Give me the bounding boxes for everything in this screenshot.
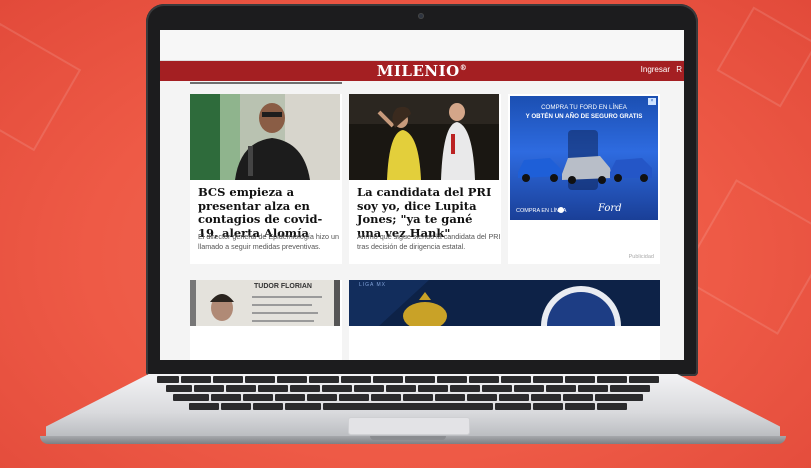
key[interactable] bbox=[307, 394, 337, 401]
key[interactable] bbox=[371, 394, 401, 401]
key[interactable] bbox=[275, 394, 305, 401]
league-tag: LIGA MX bbox=[359, 282, 387, 288]
article-card[interactable]: LIGA MX bbox=[349, 280, 660, 360]
key[interactable] bbox=[354, 385, 384, 392]
key[interactable] bbox=[435, 394, 465, 401]
laptop-screen: MILENIO® Ingresar R BCS empieza a presen… bbox=[160, 30, 684, 360]
key[interactable] bbox=[194, 385, 224, 392]
browser-toolbar bbox=[160, 30, 684, 61]
card-name: TUDOR FLORIAN bbox=[254, 283, 312, 290]
background-hexagon bbox=[0, 22, 82, 152]
register-link[interactable]: R bbox=[676, 65, 682, 74]
ad-cta-button[interactable]: COMPRA EN LÍNEA bbox=[516, 208, 566, 214]
key[interactable] bbox=[322, 385, 352, 392]
key[interactable] bbox=[221, 403, 251, 410]
key[interactable] bbox=[482, 385, 512, 392]
article-card[interactable]: BCS empieza a presentar alza en contagio… bbox=[190, 94, 342, 264]
article-photo[interactable] bbox=[190, 94, 340, 180]
key[interactable] bbox=[563, 394, 593, 401]
key[interactable] bbox=[565, 376, 595, 383]
key[interactable] bbox=[495, 403, 531, 410]
key[interactable] bbox=[546, 385, 576, 392]
key[interactable] bbox=[243, 394, 273, 401]
login-link[interactable]: Ingresar bbox=[641, 65, 670, 74]
key[interactable] bbox=[253, 403, 283, 410]
key[interactable] bbox=[597, 376, 627, 383]
key[interactable] bbox=[578, 385, 608, 392]
key[interactable] bbox=[437, 376, 467, 383]
key[interactable] bbox=[531, 394, 561, 401]
key[interactable] bbox=[211, 394, 241, 401]
key[interactable] bbox=[469, 376, 499, 383]
key[interactable] bbox=[277, 376, 307, 383]
laptop-lid: MILENIO® Ingresar R BCS empieza a presen… bbox=[146, 4, 698, 376]
background-hexagon bbox=[679, 179, 811, 335]
key[interactable] bbox=[501, 376, 531, 383]
key[interactable] bbox=[533, 403, 563, 410]
trackpad[interactable] bbox=[348, 417, 470, 435]
key[interactable] bbox=[245, 376, 275, 383]
key[interactable] bbox=[499, 394, 529, 401]
ad-label: Publicidad bbox=[628, 254, 654, 260]
article-summary: El director general de Epidemiología hiz… bbox=[198, 232, 340, 251]
key[interactable] bbox=[403, 394, 433, 401]
ford-logo: Ford bbox=[598, 203, 622, 214]
key[interactable] bbox=[258, 385, 288, 392]
key[interactable] bbox=[597, 403, 627, 410]
key[interactable] bbox=[418, 385, 448, 392]
ad-banner[interactable]: × COMPRA TU FORD EN LÍNEA Y OBTÉN UN AÑO… bbox=[508, 94, 660, 264]
key[interactable] bbox=[629, 376, 659, 383]
key[interactable] bbox=[514, 385, 544, 392]
site-header: MILENIO® Ingresar R bbox=[160, 61, 684, 81]
webcam-icon bbox=[418, 13, 424, 19]
article-photo[interactable] bbox=[349, 280, 660, 326]
keyboard[interactable] bbox=[118, 376, 698, 414]
key[interactable] bbox=[173, 394, 209, 401]
key[interactable] bbox=[373, 376, 403, 383]
key[interactable] bbox=[450, 385, 480, 392]
key[interactable] bbox=[189, 403, 219, 410]
lid-notch bbox=[370, 436, 446, 440]
key[interactable] bbox=[341, 376, 371, 383]
key[interactable] bbox=[339, 394, 369, 401]
key[interactable] bbox=[226, 385, 256, 392]
spacebar[interactable] bbox=[323, 403, 493, 410]
article-photo[interactable] bbox=[349, 94, 499, 180]
section-divider bbox=[190, 82, 342, 84]
key[interactable] bbox=[285, 403, 321, 410]
key[interactable] bbox=[610, 385, 650, 392]
key[interactable] bbox=[386, 385, 416, 392]
key[interactable] bbox=[309, 376, 339, 383]
key[interactable] bbox=[533, 376, 563, 383]
article-card[interactable]: La candidata del PRI soy yo, dice Lupita… bbox=[349, 94, 501, 264]
article-summary: Afirmó que sigue siendo la candidata del… bbox=[357, 232, 501, 251]
ford-ad-creative[interactable]: × COMPRA TU FORD EN LÍNEA Y OBTÉN UN AÑO… bbox=[510, 96, 658, 220]
key[interactable] bbox=[157, 376, 179, 383]
key[interactable] bbox=[467, 394, 497, 401]
key[interactable] bbox=[565, 403, 595, 410]
key[interactable] bbox=[405, 376, 435, 383]
background-hexagon bbox=[716, 6, 811, 108]
key[interactable] bbox=[166, 385, 192, 392]
key[interactable] bbox=[290, 385, 320, 392]
milenio-logo[interactable]: MILENIO® bbox=[377, 62, 467, 80]
article-card[interactable]: TUDOR FLORIAN bbox=[190, 280, 342, 360]
key[interactable] bbox=[213, 376, 243, 383]
key[interactable] bbox=[181, 376, 211, 383]
key[interactable] bbox=[595, 394, 643, 401]
